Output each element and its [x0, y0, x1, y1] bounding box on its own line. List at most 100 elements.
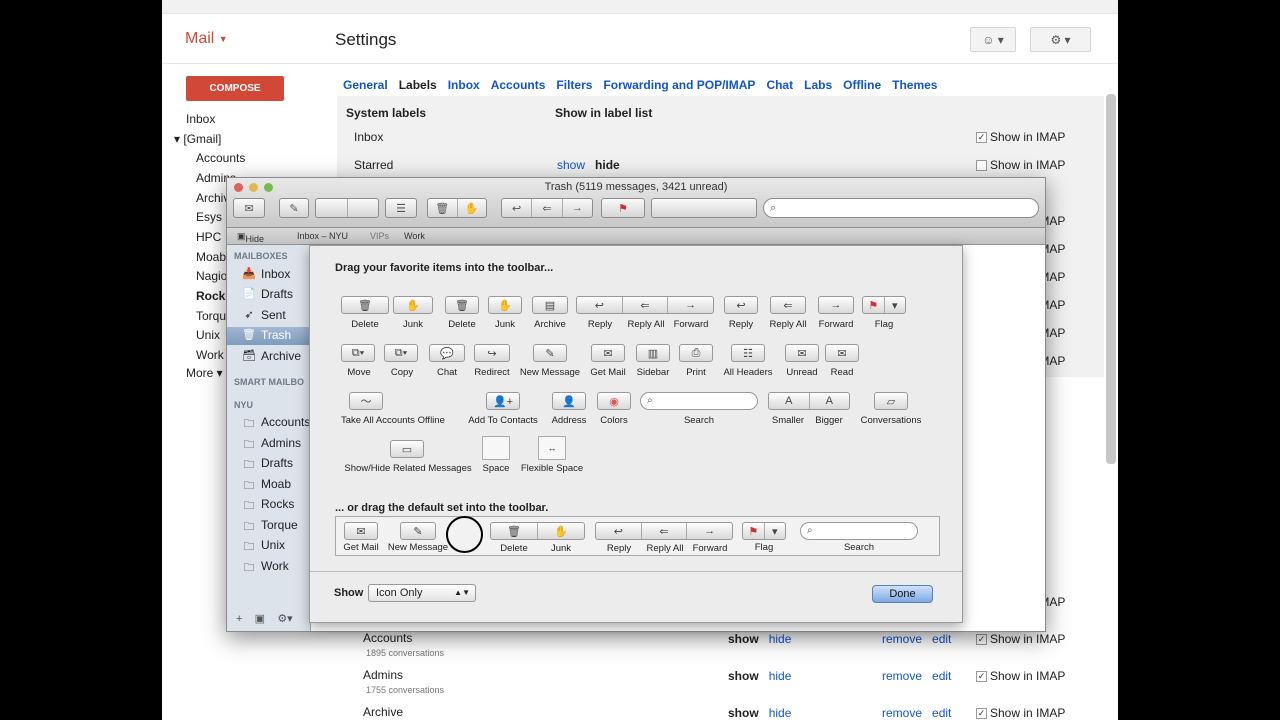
item-search[interactable]: ⌕ Search	[640, 392, 758, 426]
item-redirect[interactable]: ↪ Redirect	[471, 344, 513, 378]
tab-offline[interactable]: Offline	[843, 78, 881, 92]
item-archive[interactable]: ▤ Archive	[532, 296, 568, 330]
show-link[interactable]: show	[728, 632, 759, 646]
toolbar-flag[interactable]: ⚑	[601, 198, 645, 218]
hide-link[interactable]: hide	[769, 706, 792, 720]
item-smaller[interactable]: A A Smaller	[768, 392, 850, 426]
item-delete[interactable]: 🗑 Delete	[341, 296, 389, 330]
item-flag[interactable]: ⚑ ▾ Flag	[862, 296, 906, 330]
tab-inbox[interactable]: Inbox	[448, 78, 480, 92]
folder-drafts[interactable]: 🗀 Drafts	[241, 456, 294, 471]
nav-unix[interactable]: Unix	[196, 328, 220, 342]
favorite-vips[interactable]: VIPs	[370, 231, 389, 241]
item-read[interactable]: ✉ Read	[824, 344, 860, 378]
item-colors[interactable]: ◉ Colors	[596, 392, 632, 426]
item-get-mail[interactable]: ✉ Get Mail	[588, 344, 628, 378]
nav-gmail[interactable]: ▾ [Gmail]	[174, 132, 221, 146]
checkbox[interactable]: ✓	[976, 633, 987, 645]
item-new-message[interactable]: ✎ New Message	[518, 344, 582, 378]
settings-gear-button[interactable]: ⚙ ▾	[1030, 27, 1091, 52]
toolbar-reply-group[interactable]: ↩ ⇐ →	[501, 198, 593, 218]
nav-more[interactable]: More ▾	[186, 366, 223, 380]
show-photo-icon[interactable]: ▣	[255, 613, 265, 625]
item-unread[interactable]: ✉ Unread	[784, 344, 820, 378]
toolbar-delete-junk[interactable]: 🗑 ✋	[427, 198, 487, 218]
item-reply-all[interactable]: ⇐ Reply All	[768, 296, 808, 330]
item-conversations[interactable]: ▱ Conversations	[858, 392, 924, 426]
nav-esys[interactable]: Esys	[196, 210, 222, 224]
mail-menu[interactable]: Mail ▼	[185, 30, 228, 48]
item-reply-group[interactable]: ↩ ⇐ →	[576, 296, 714, 314]
edit-link[interactable]: edit	[932, 706, 951, 720]
remove-link[interactable]: remove	[882, 669, 922, 683]
imap-toggle-starred[interactable]: Show in IMAP	[976, 158, 1065, 172]
edit-link[interactable]: edit	[932, 669, 951, 683]
folder-accounts[interactable]: 🗀 Accounts	[241, 415, 311, 430]
nav-hpc[interactable]: HPC	[196, 230, 221, 244]
remove-link[interactable]: remove	[882, 706, 922, 720]
chat-status-button[interactable]: ☺ ▾	[970, 27, 1016, 52]
mailbox-inbox[interactable]: 📥 Inbox	[241, 267, 290, 281]
item-sidebar[interactable]: ▥ Sidebar	[634, 344, 672, 378]
mailbox-sent[interactable]: ➶ Sent	[241, 308, 285, 322]
edit-link[interactable]: edit	[932, 632, 951, 646]
nav-work[interactable]: Work	[196, 348, 224, 362]
toolbar-search[interactable]: ⌕	[763, 198, 1039, 218]
favorites-hide-button[interactable]: ▣ Hide	[237, 231, 264, 244]
toolbar-list[interactable]: ☰	[385, 198, 417, 218]
show-link[interactable]: show	[728, 706, 759, 720]
item-flexible-space[interactable]: ↔ Flexible Space	[519, 436, 585, 474]
tab-themes[interactable]: Themes	[892, 78, 937, 92]
folder-unix[interactable]: 🗀 Unix	[241, 538, 286, 553]
checkbox[interactable]	[976, 159, 987, 171]
tab-forwarding[interactable]: Forwarding and POP/IMAP	[603, 78, 755, 92]
item-show-hide-related[interactable]: ▭ Show/Hide Related Messages	[341, 440, 475, 474]
checkbox[interactable]: ✓	[976, 707, 987, 719]
page-scrollbar[interactable]	[1106, 94, 1116, 464]
hide-link[interactable]: hide	[595, 158, 620, 172]
item-chat[interactable]: 💬 Chat	[429, 344, 465, 378]
item-take-offline[interactable]: 〜 Take All Accounts Offline	[341, 392, 459, 426]
item-space[interactable]: Space	[482, 436, 510, 474]
item-bigger[interactable]: Bigger	[810, 415, 848, 426]
imap-toggle-archive[interactable]: ✓ Show in IMAP	[976, 706, 1065, 720]
show-link[interactable]: show	[728, 669, 759, 683]
compose-button[interactable]: COMPOSE	[186, 76, 284, 101]
show-mode-select[interactable]: Icon Only ▲▼	[368, 584, 476, 602]
nav-inbox[interactable]: Inbox	[186, 112, 215, 126]
item-add-to-contacts[interactable]: 👤+ Add To Contacts	[465, 392, 541, 426]
remove-link[interactable]: remove	[882, 632, 922, 646]
hide-link[interactable]: hide	[769, 632, 792, 646]
folder-work[interactable]: 🗀 Work	[241, 559, 289, 574]
tab-accounts[interactable]: Accounts	[491, 78, 546, 92]
toolbar-blank-slot[interactable]	[315, 198, 379, 218]
add-mailbox-icon[interactable]: +	[236, 613, 242, 625]
folder-torque[interactable]: 🗀 Torque	[241, 518, 298, 533]
item-junk-2[interactable]: ✋ Junk	[488, 296, 522, 330]
mailbox-trash[interactable]: 🗑 Trash	[241, 328, 291, 342]
nav-moab[interactable]: Moab	[196, 250, 226, 264]
item-copy[interactable]: ⧉▾ Copy	[384, 344, 420, 378]
item-forward[interactable]: → Forward	[817, 296, 855, 330]
favorite-work[interactable]: Work	[404, 231, 425, 241]
tab-labels[interactable]: Labels	[399, 78, 437, 92]
tab-chat[interactable]: Chat	[766, 78, 793, 92]
tab-filters[interactable]: Filters	[556, 78, 592, 92]
done-button[interactable]: Done	[872, 585, 933, 603]
imap-toggle-inbox[interactable]: ✓ Show in IMAP	[976, 130, 1065, 144]
item-all-headers[interactable]: ☷ All Headers	[720, 344, 776, 378]
tab-general[interactable]: General	[343, 78, 388, 92]
nav-accounts[interactable]: Accounts	[196, 151, 245, 165]
item-reply[interactable]: ↩ Reply	[724, 296, 758, 330]
checkbox[interactable]: ✓	[976, 131, 987, 143]
item-address[interactable]: 👤 Address	[549, 392, 589, 426]
checkbox[interactable]: ✓	[976, 670, 987, 682]
gear-icon[interactable]: ⚙▾	[277, 613, 292, 625]
mailbox-drafts[interactable]: 📄 Drafts	[241, 287, 293, 301]
item-move[interactable]: ⧉▾ Move	[341, 344, 377, 378]
item-junk[interactable]: ✋ Junk	[393, 296, 433, 330]
favorite-inbox-nyu[interactable]: Inbox – NYU	[297, 231, 348, 241]
item-print[interactable]: ⎙ Print	[678, 344, 714, 378]
mailbox-archive[interactable]: 🗃 Archive	[241, 349, 301, 363]
show-link[interactable]: show	[557, 158, 585, 172]
